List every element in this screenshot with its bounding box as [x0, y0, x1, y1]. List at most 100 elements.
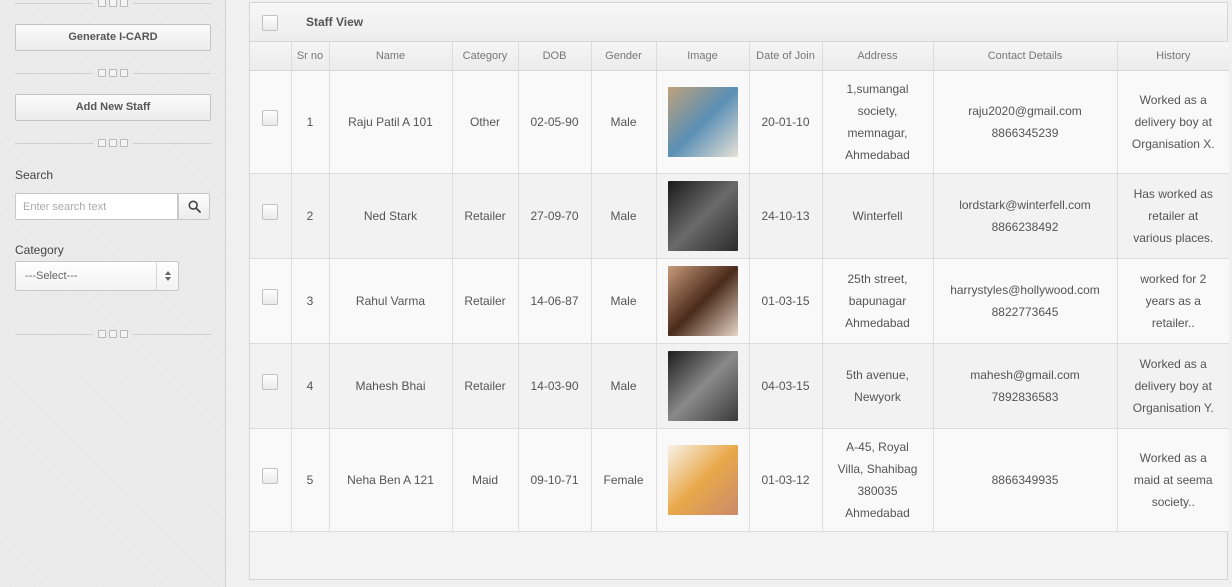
cell-text: Ahmedabad	[845, 505, 910, 520]
column-header[interactable]: Sr no	[291, 42, 330, 71]
cell-image	[656, 343, 750, 429]
cell-text: 02-05-90	[530, 114, 579, 129]
add-new-staff-button[interactable]: Add New Staff	[15, 94, 211, 121]
cell-text: Male	[610, 114, 637, 129]
cell-text: retailer at	[1148, 208, 1199, 223]
row-checkbox[interactable]	[262, 468, 279, 484]
cell-gender: Male	[591, 173, 657, 259]
cell-text: Newyork	[854, 389, 901, 404]
cell-dob: 14-03-90	[518, 343, 592, 429]
staff-photo[interactable]	[667, 265, 738, 336]
staff-photo[interactable]	[667, 180, 738, 251]
staff-view-panel: Staff View Sr no Name Category DOB Gende…	[249, 2, 1229, 580]
cell-sr: 5	[291, 428, 330, 532]
search-label: Search	[15, 168, 54, 182]
cell-text: Ned Stark	[363, 208, 418, 223]
cell-text: Ahmedabad	[845, 147, 910, 162]
cell-text: Retailer	[464, 378, 506, 393]
staff-table: Sr no Name Category DOB Gender Image Dat…	[250, 42, 1229, 532]
cell-text: 8866349935	[991, 472, 1059, 487]
cell-text: 25th street,	[847, 271, 908, 286]
staff-photo[interactable]	[667, 86, 738, 157]
table-row[interactable]: 3 Rahul Varma Retailer 14-06-87 Male 01-03-15…	[250, 258, 1229, 344]
row-checkbox[interactable]	[262, 374, 279, 390]
cell-text: Rahul Varma	[355, 293, 426, 308]
cell-image	[656, 173, 750, 259]
search-input[interactable]	[15, 193, 178, 220]
cell-text: lordstark@winterfell.com	[959, 197, 1091, 212]
cell-text: 4	[306, 378, 314, 393]
cell-category: Other	[452, 70, 519, 174]
cell-text: Male	[610, 378, 637, 393]
category-select[interactable]: ---Select---	[15, 261, 179, 291]
cell-text: Villa, Shahibag	[837, 461, 918, 476]
cell-doj: 24-10-13	[749, 173, 823, 259]
table-row[interactable]: 5 Neha Ben A 121 Maid 09-10-71 Female 01-03-1…	[250, 428, 1229, 532]
cell-text: 2	[306, 208, 314, 223]
select-all-checkbox[interactable]	[262, 15, 278, 31]
cell-contact: raju2020@gmail.com 8866345239	[933, 70, 1118, 174]
category-select-value: ---Select---	[25, 270, 78, 282]
cell-text: retailer..	[1151, 315, 1195, 330]
cell-text: Maid	[471, 472, 498, 487]
column-header[interactable]: Name	[329, 42, 453, 71]
table-row[interactable]: 4 Mahesh Bhai Retailer 14-03-90 Male 04-03-15…	[250, 343, 1229, 429]
cell-text: society,	[857, 103, 898, 118]
sidebar: Generate I-CARD Add New Staff Search Cat…	[0, 0, 226, 587]
cell-text: 3	[306, 293, 314, 308]
cell-text: Other	[469, 114, 500, 129]
cell-text: delivery boy at	[1134, 378, 1212, 393]
cell-text: Female	[603, 472, 644, 487]
cell-gender: Male	[591, 258, 657, 344]
cell-text: 8866345239	[991, 125, 1059, 140]
column-header[interactable]: Contact Details	[933, 42, 1118, 71]
cell-text: delivery boy at	[1134, 114, 1212, 129]
table-row[interactable]: 1 Raju Patil A 101 Other 02-05-90 Male 20-01-…	[250, 70, 1229, 174]
staff-photo[interactable]	[667, 350, 738, 421]
cell-text: society..	[1151, 494, 1195, 509]
cell-category: Maid	[452, 428, 519, 532]
cell-text: raju2020@gmail.com	[968, 103, 1082, 118]
cell-text: Worked as a	[1139, 450, 1207, 465]
column-header[interactable]: History	[1117, 42, 1229, 71]
row-checkbox[interactable]	[262, 110, 279, 126]
cell-name: Neha Ben A 121	[329, 428, 453, 532]
column-header[interactable]: Gender	[591, 42, 657, 71]
row-checkbox[interactable]	[262, 204, 279, 220]
table-header-row: Sr no Name Category DOB Gender Image Dat…	[250, 42, 1229, 71]
cell-doj: 01-03-12	[749, 428, 823, 532]
row-checkbox-cell	[250, 258, 292, 344]
cell-text: Neha Ben A 121	[347, 472, 434, 487]
cell-sr: 1	[291, 70, 330, 174]
cell-contact: harrystyles@hollywood.com 8822773645	[933, 258, 1118, 344]
table-row[interactable]: 2 Ned Stark Retailer 27-09-70 Male 24-10-13 Wi…	[250, 173, 1229, 259]
column-header[interactable]: DOB	[518, 42, 592, 71]
category-label: Category	[15, 243, 64, 257]
cell-image	[656, 428, 750, 532]
column-header[interactable]: Category	[452, 42, 519, 71]
cell-image	[656, 258, 750, 344]
cell-text: 14-03-90	[530, 378, 579, 393]
panel-title: Staff View	[306, 15, 364, 29]
generate-icard-button[interactable]: Generate I-CARD	[15, 24, 211, 51]
cell-text: various places.	[1133, 230, 1214, 245]
staff-photo[interactable]	[667, 444, 738, 515]
row-checkbox-cell	[250, 70, 292, 174]
cell-image	[656, 70, 750, 174]
cell-name: Rahul Varma	[329, 258, 453, 344]
cell-text: 04-03-15	[761, 378, 810, 393]
cell-text: 24-10-13	[761, 208, 810, 223]
search-icon	[187, 200, 201, 213]
row-checkbox-cell	[250, 428, 292, 532]
column-header[interactable]: Date of Join	[749, 42, 823, 71]
column-header[interactable]: Address	[822, 42, 934, 71]
cell-text: bapunagar	[848, 293, 907, 308]
cell-text: mahesh@gmail.com	[970, 367, 1080, 382]
cell-address: 25th street, bapunagar Ahmedabad	[822, 258, 934, 344]
cell-doj: 04-03-15	[749, 343, 823, 429]
row-checkbox[interactable]	[262, 289, 279, 305]
cell-text: Retailer	[464, 293, 506, 308]
column-header[interactable]: Image	[656, 42, 750, 71]
cell-text: 8866238492	[991, 219, 1059, 234]
search-button[interactable]	[178, 193, 210, 220]
